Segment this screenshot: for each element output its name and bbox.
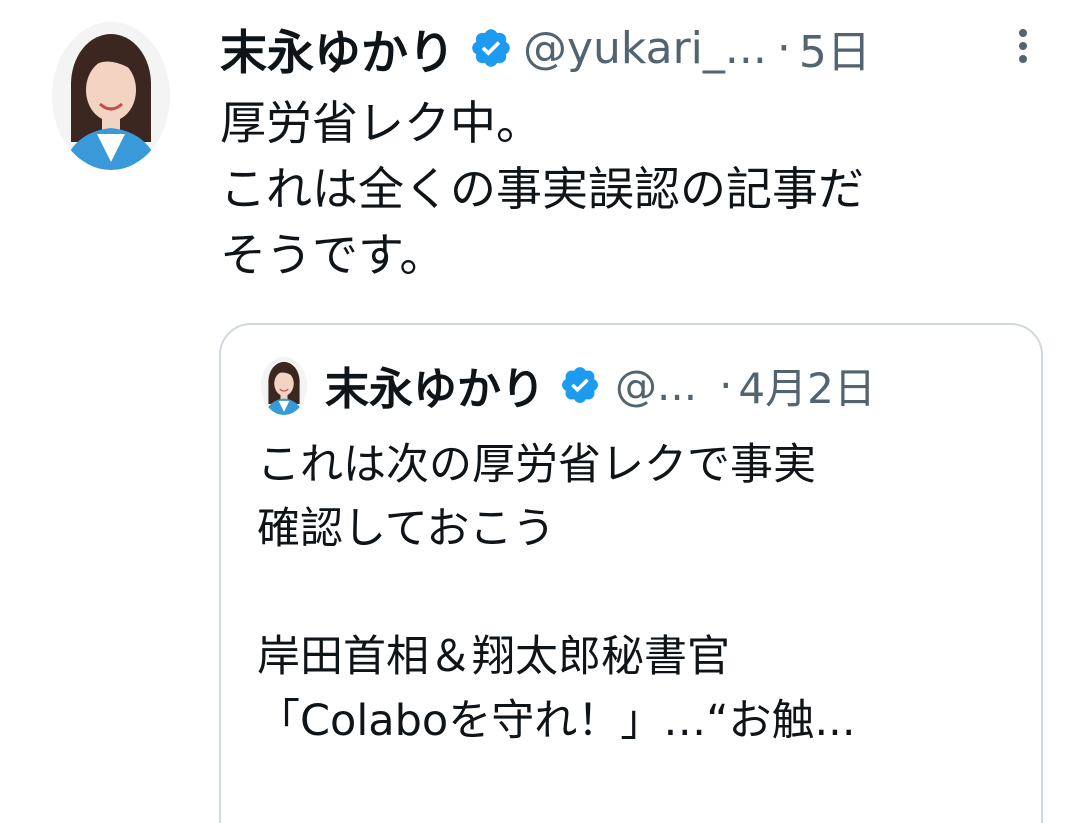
tweet-text: 厚労省レク中。 これは全くの事実誤認の記事だ そうです。	[220, 90, 1040, 288]
quoted-tweet-timestamp[interactable]: 4月2日	[738, 355, 875, 416]
separator-dot: ·	[719, 360, 733, 410]
separator-dot: ·	[776, 22, 791, 74]
quoted-tweet-card[interactable]: 末永ゆかり @... · 4月2日 これは次の厚労省レクで事実 確認しておこう …	[219, 323, 1043, 823]
verified-badge-icon	[469, 26, 513, 70]
quoted-text-line: これは次の厚労省レクで事実	[257, 440, 816, 490]
author-name[interactable]: 末永ゆかり	[220, 14, 455, 83]
author-avatar[interactable]	[52, 22, 170, 170]
quoted-text-line: 岸田首相＆翔太郎秘書官	[257, 632, 730, 682]
tweet-text-line: 厚労省レク中。	[220, 96, 542, 150]
quoted-text-line: 「Colaboを守れ！」…“お触...	[257, 696, 856, 746]
quoted-author-avatar[interactable]	[261, 357, 307, 415]
quoted-author-name[interactable]: 末永ゆかり	[325, 353, 545, 417]
quoted-text-blank-line	[257, 561, 1027, 625]
verified-badge-icon	[559, 364, 601, 406]
tweet-text-line: これは全くの事実誤認の記事だ	[220, 162, 864, 216]
quoted-tweet-text: これは次の厚労省レクで事実 確認しておこう 岸田首相＆翔太郎秘書官 「Colab…	[257, 433, 1027, 753]
quoted-tweet-header: 末永ゆかり @... · 4月2日	[325, 347, 876, 423]
tweet[interactable]: 末永ゆかり @yukari_... · 5日 厚労省レク中。 これは全くの事実誤…	[0, 0, 1080, 823]
quoted-text-line: 確認しておこう	[257, 504, 556, 554]
tweet-header: 末永ゆかり @yukari_... · 5日	[220, 8, 871, 88]
more-vertical-icon[interactable]	[1011, 26, 1035, 66]
quoted-author-handle[interactable]: @...	[615, 361, 697, 410]
tweet-timestamp[interactable]: 5日	[799, 16, 871, 80]
author-handle[interactable]: @yukari_...	[523, 23, 767, 74]
tweet-text-line: そうです。	[220, 228, 446, 282]
